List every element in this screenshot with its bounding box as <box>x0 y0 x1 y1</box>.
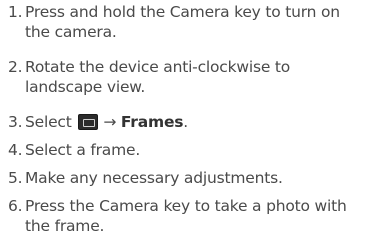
step-number: 2. <box>8 58 23 76</box>
step-text: Select → Frames. <box>25 112 361 132</box>
step-number: 4. <box>8 141 23 159</box>
step-text: Press and hold the Camera key to turn on… <box>25 3 340 41</box>
step-number: 6. <box>8 197 23 215</box>
frames-option: Frames <box>120 113 184 131</box>
arrow-glyph: → <box>103 113 117 131</box>
step-number: 3. <box>8 113 23 131</box>
step-number: 5. <box>8 169 23 187</box>
step-text: Select a frame. <box>25 141 141 159</box>
menu-icon <box>78 114 99 130</box>
step-prefix: Select <box>25 113 72 131</box>
step-text: Press the Camera key to take a photo wit… <box>25 197 347 235</box>
step-suffix: . <box>183 113 189 131</box>
step-text: Make any necessary adjustments. <box>25 169 283 187</box>
step-number: 1. <box>8 3 23 21</box>
step-text: Rotate the device anti-clockwise to land… <box>25 58 291 96</box>
